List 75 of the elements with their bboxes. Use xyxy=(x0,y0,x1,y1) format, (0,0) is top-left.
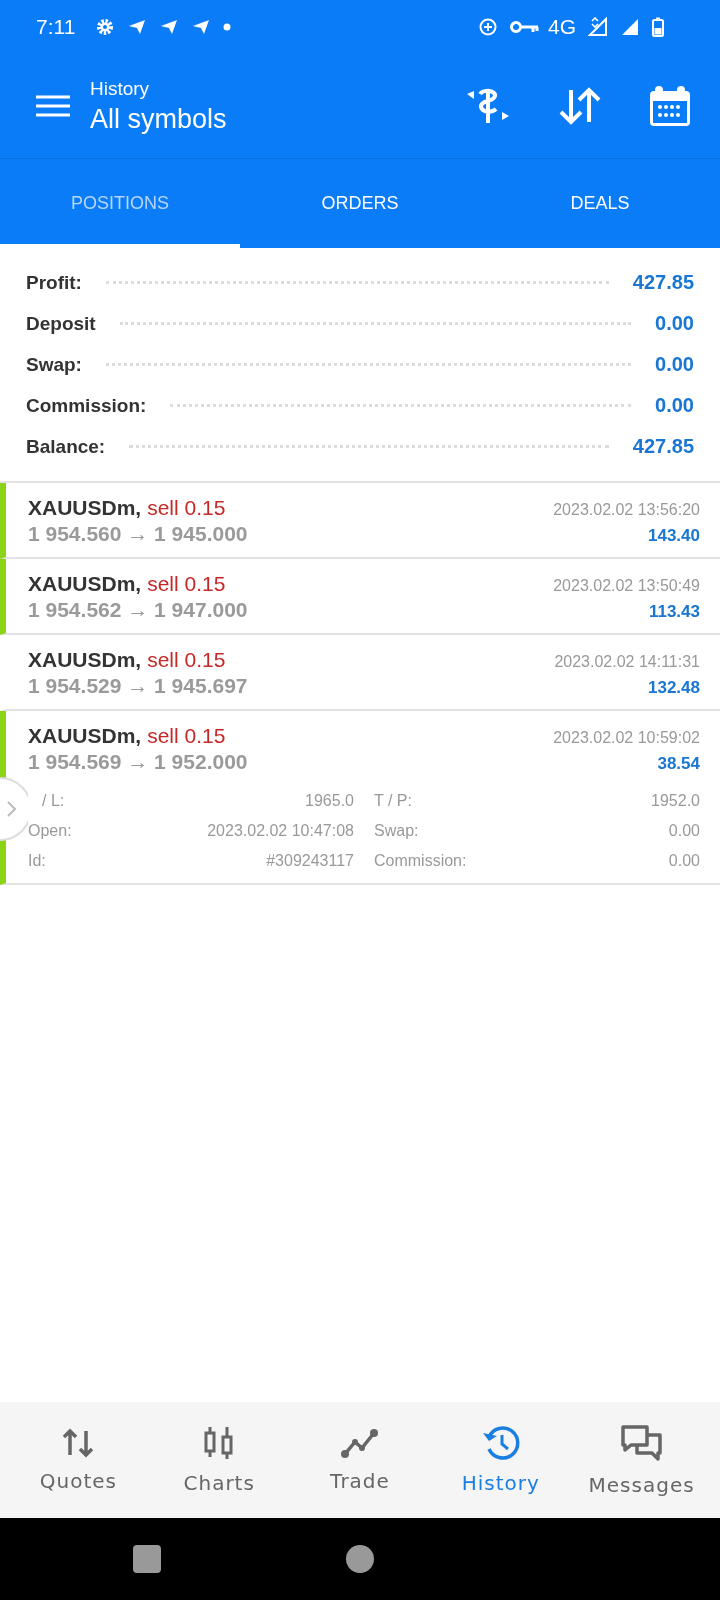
summary-value: 0.00 xyxy=(655,353,694,376)
line-chart-icon xyxy=(340,1427,380,1459)
close-time: 2023.02.02 10:59:02 xyxy=(553,729,700,747)
screen-subtitle: History xyxy=(90,77,151,100)
detail-label: Commission: xyxy=(374,852,468,870)
battery-icon xyxy=(652,17,664,37)
nav-item[interactable]: Charts xyxy=(148,1425,290,1495)
profit-value: 38.54 xyxy=(657,754,700,774)
summary-value: 427.85 xyxy=(632,435,694,458)
recents-button[interactable] xyxy=(132,1545,161,1573)
signal-icon xyxy=(620,17,640,37)
summary-value: 0.00 xyxy=(655,394,694,417)
detail-value: 2023.02.02 10:47:08 xyxy=(206,822,354,840)
price-range: 1 954.569 → 1 952.000 xyxy=(28,750,248,774)
position-row[interactable]: XAUUSDm, sell 0.15 2023.02.02 13:50:49 1 954.562 → 1 947.000 113.43 xyxy=(0,559,720,635)
summary-label: Deposit xyxy=(26,312,96,335)
detail-value: 1965.0 xyxy=(304,792,354,810)
tab[interactable]: ORDERS xyxy=(240,159,480,248)
gear-icon xyxy=(95,17,116,37)
symbol-name: XAUUSDm, xyxy=(28,648,142,672)
trade-type: sell 0.15 xyxy=(147,724,226,748)
summary-value: 0.00 xyxy=(655,312,694,335)
side-panel-handle[interactable] xyxy=(0,777,28,841)
symbol-name: XAUUSDm, xyxy=(28,572,142,596)
close-time: 2023.02.02 13:50:49 xyxy=(553,577,700,595)
summary-value: 427.85 xyxy=(632,271,694,294)
position-row[interactable]: XAUUSDm, sell 0.15 2023.02.02 13:56:20 1 954.560 → 1 945.000 143.40 xyxy=(0,483,720,559)
tab[interactable]: POSITIONS xyxy=(0,159,240,248)
calendar-icon[interactable] xyxy=(648,84,692,128)
summary-label: Profit: xyxy=(26,271,82,294)
data-saver-icon xyxy=(478,17,498,37)
trade-type: sell 0.15 xyxy=(147,496,226,520)
detail-value: 1952.0 xyxy=(650,792,700,810)
sort-icon[interactable] xyxy=(558,86,602,126)
price-range: 1 954.562 → 1 947.000 xyxy=(28,598,248,622)
arrows-icon xyxy=(61,1427,96,1459)
symbol-name: XAUUSDm, xyxy=(28,724,142,748)
symbol-name: XAUUSDm, xyxy=(28,496,142,520)
history-icon xyxy=(480,1425,521,1461)
signal-icon xyxy=(588,17,608,37)
profit-value: 113.43 xyxy=(648,602,700,622)
close-time: 2023.02.02 14:11:31 xyxy=(554,653,700,671)
summary-label: Swap: xyxy=(26,353,82,376)
detail-value: #309243117 xyxy=(265,852,354,870)
key-icon xyxy=(510,19,540,35)
trade-type: sell 0.15 xyxy=(147,572,226,596)
network-type: 4G xyxy=(548,15,576,39)
status-time: 7:11 xyxy=(36,15,76,39)
nav-item[interactable]: Trade xyxy=(289,1427,431,1493)
detail-label: / L: xyxy=(41,792,66,810)
detail-label: Swap: xyxy=(374,822,420,840)
position-row[interactable]: XAUUSDm, sell 0.15 2023.02.02 14:11:31 1 954.529 → 1 945.697 132.48 xyxy=(0,635,720,711)
summary-label: Commission: xyxy=(26,394,147,417)
tab[interactable]: DEALS xyxy=(480,159,720,248)
summary-label: Balance: xyxy=(26,435,106,458)
price-range: 1 954.560 → 1 945.000 xyxy=(28,522,248,546)
profit-value: 143.40 xyxy=(648,526,700,546)
detail-label: Open: xyxy=(28,822,73,840)
dot-icon xyxy=(223,23,232,31)
detail-value: 0.00 xyxy=(667,852,700,870)
menu-icon[interactable] xyxy=(36,94,70,118)
detail-value: 0.00 xyxy=(667,822,700,840)
home-button[interactable] xyxy=(346,1545,374,1573)
nav-item[interactable]: Quotes xyxy=(8,1427,149,1493)
detail-label: Id: xyxy=(28,852,47,870)
close-time: 2023.02.02 13:56:20 xyxy=(553,501,700,519)
position-row[interactable]: XAUUSDm, sell 0.15 2023.02.02 10:59:02 1 954.569 → 1 952.000 38.54 / L: 1965.0 T / P: 1952.0 Open: 2023.02.02 10:47:08 Swap: 0.00 Id: #309243117 Commission: 0.00 xyxy=(0,711,720,885)
profit-value: 132.48 xyxy=(648,678,700,698)
chat-icon xyxy=(618,1423,665,1463)
trade-type: sell 0.15 xyxy=(147,648,226,672)
symbol-filter[interactable]: All symbols xyxy=(90,103,227,135)
price-range: 1 954.529 → 1 945.697 xyxy=(28,674,248,698)
detail-label: T / P: xyxy=(374,792,413,810)
nav-item[interactable]: Messages xyxy=(571,1423,712,1497)
nav-item[interactable]: History xyxy=(430,1425,572,1495)
